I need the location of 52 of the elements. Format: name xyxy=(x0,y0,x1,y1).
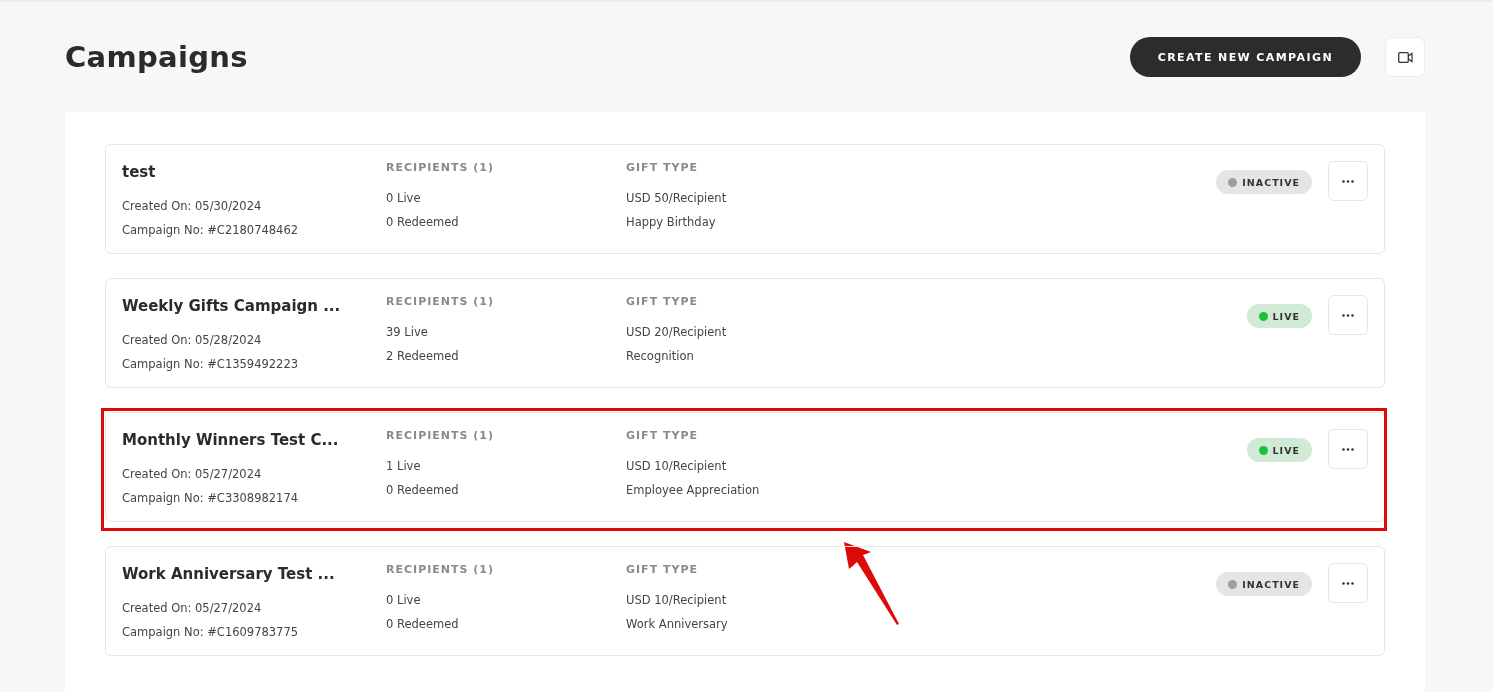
status-label: LIVE xyxy=(1272,310,1300,322)
gift-amount: USD 10/Recipient xyxy=(626,458,728,475)
gift-name: Recognition xyxy=(626,348,695,365)
recipients-heading: RECIPIENTS (1) xyxy=(386,563,495,576)
campaign-name: Work Anniversary Test ... xyxy=(122,565,336,583)
campaign-number: Campaign No: #C3308982174 xyxy=(122,490,300,507)
gift-amount: USD 10/Recipient xyxy=(626,592,728,609)
gift-type-heading: GIFT TYPE xyxy=(626,161,699,174)
video-camera-icon xyxy=(1397,51,1413,63)
more-options-button[interactable] xyxy=(1328,161,1368,201)
redeemed-count: 0 Redeemed xyxy=(386,214,460,231)
more-options-button[interactable] xyxy=(1328,563,1368,603)
live-count: 1 Live xyxy=(386,458,422,475)
redeemed-count: 2 Redeemed xyxy=(386,348,460,365)
video-button[interactable] xyxy=(1385,37,1425,77)
more-icon xyxy=(1342,179,1354,183)
gift-type-heading: GIFT TYPE xyxy=(626,429,699,442)
gift-type-heading: GIFT TYPE xyxy=(626,295,699,308)
campaign-name: test xyxy=(122,163,157,181)
status-label: LIVE xyxy=(1272,444,1300,456)
page-title: Campaigns xyxy=(65,40,249,74)
more-icon xyxy=(1342,447,1354,451)
gift-name: Work Anniversary xyxy=(626,616,729,633)
recipients-heading: RECIPIENTS (1) xyxy=(386,429,495,442)
gift-amount: USD 20/Recipient xyxy=(626,324,728,341)
gift-name: Employee Appreciation xyxy=(626,482,761,499)
redeemed-count: 0 Redeemed xyxy=(386,616,460,633)
campaign-name: Weekly Gifts Campaign ... xyxy=(122,297,342,315)
campaign-number: Campaign No: #C2180748462 xyxy=(122,222,300,239)
campaign-number: Campaign No: #C1359492223 xyxy=(122,356,300,373)
live-count: 0 Live xyxy=(386,592,422,609)
gift-amount: USD 50/Recipient xyxy=(626,190,728,207)
gift-type-heading: GIFT TYPE xyxy=(626,563,699,576)
gift-name: Happy Birthday xyxy=(626,214,717,231)
live-count: 0 Live xyxy=(386,190,422,207)
recipients-heading: RECIPIENTS (1) xyxy=(386,295,495,308)
campaign-name: Monthly Winners Test C... xyxy=(122,431,340,449)
more-options-button[interactable] xyxy=(1328,429,1368,469)
recipients-heading: RECIPIENTS (1) xyxy=(386,161,495,174)
status-label: INACTIVE xyxy=(1242,578,1300,590)
created-date: Created On: 05/27/2024 xyxy=(122,600,263,617)
more-icon xyxy=(1342,313,1354,317)
live-count: 39 Live xyxy=(386,324,429,341)
redeemed-count: 0 Redeemed xyxy=(386,482,460,499)
status-label: INACTIVE xyxy=(1242,176,1300,188)
create-campaign-button[interactable]: CREATE NEW CAMPAIGN xyxy=(1129,37,1361,77)
created-date: Created On: 05/30/2024 xyxy=(122,198,263,215)
created-date: Created On: 05/27/2024 xyxy=(122,466,263,483)
more-icon xyxy=(1342,581,1354,585)
more-options-button[interactable] xyxy=(1328,295,1368,335)
created-date: Created On: 05/28/2024 xyxy=(122,332,263,349)
campaign-number: Campaign No: #C1609783775 xyxy=(122,624,300,641)
